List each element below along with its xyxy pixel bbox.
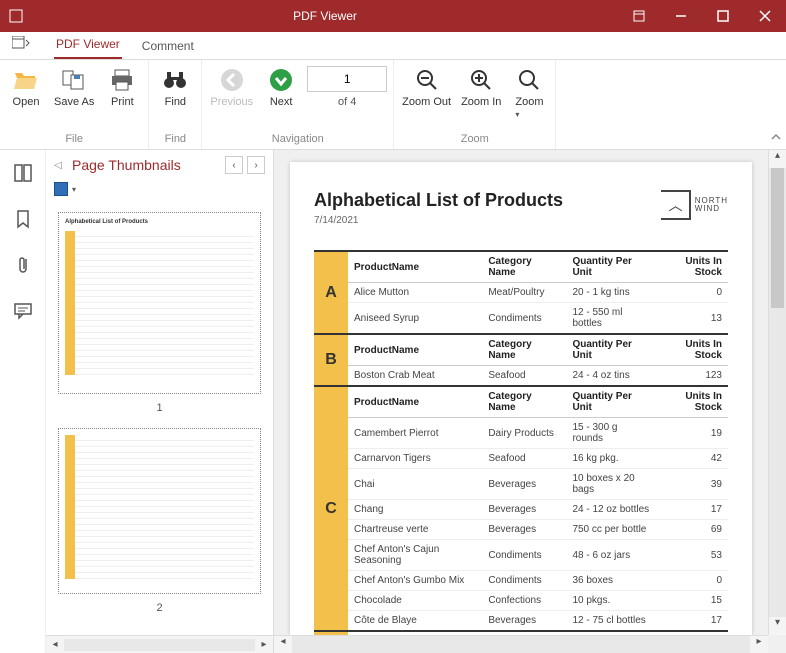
column-header: Quantity Per Unit [566,386,656,418]
column-header: Quantity Per Unit [566,334,656,366]
open-button[interactable]: Open [6,64,46,110]
thumbnail-page-1[interactable]: Alphabetical List of Products [58,212,261,394]
document-viewer: Alphabetical List of Products 7/14/2021 … [274,150,786,653]
page-count-label: of 4 [338,92,356,108]
next-page-button[interactable]: Next [261,64,301,110]
document-date: 7/14/2021 [314,215,563,226]
thumbnail-panel-title: Page Thumbnails [68,157,225,173]
viewer-hscrollbar[interactable]: ◂▸ [274,635,768,653]
table-row: Chef Anton's Cajun SeasoningCondiments48… [314,540,728,571]
close-button[interactable] [744,0,786,32]
group-letter: A [314,251,348,334]
main-area: ◁ Page Thumbnails ‹ › ▾ Alphabetical Lis… [0,150,786,653]
thumbnail-label-2: 2 [58,600,261,622]
document-page: Alphabetical List of Products 7/14/2021 … [290,162,752,635]
table-row: ChaiBeverages10 boxes x 20 bags39 [314,469,728,500]
tab-pdf-viewer[interactable]: PDF Viewer [54,33,122,59]
column-header: Units In Stock [657,251,728,283]
arrow-down-circle-icon [267,66,295,94]
group-letter: B [314,334,348,386]
column-header: Units In Stock [657,334,728,366]
folder-open-icon [12,66,40,94]
app-menu-button[interactable] [6,36,36,59]
ribbon-toolbar: Open Save As Print File Find Find [0,60,786,150]
comments-tab-button[interactable] [8,296,38,326]
thumbnail-page-2[interactable] [58,428,261,594]
table-row: ChangBeverages24 - 12 oz bottles17 [314,500,728,520]
document-title: Alphabetical List of Products [314,190,563,211]
group-letter: C [314,386,348,631]
bookmarks-tab-button[interactable] [8,204,38,234]
print-button[interactable]: Print [102,64,142,110]
zoom-icon [515,66,543,94]
thumbnails-tab-button[interactable] [8,158,38,188]
column-header: Category Name [482,386,566,418]
group-label-find: Find [155,131,195,149]
print-icon [108,66,136,94]
ribbon-display-options-button[interactable] [618,0,660,32]
thumb-next-button[interactable]: › [247,156,265,174]
northwind-logo: 〈 NORTHWIND [661,190,728,220]
page-number-input[interactable] [307,66,387,92]
binoculars-icon [161,66,189,94]
find-button[interactable]: Find [155,64,195,110]
collapse-ribbon-button[interactable] [766,60,786,149]
save-as-button[interactable]: Save As [52,64,96,110]
app-icon [0,9,32,23]
minimize-button[interactable] [660,0,702,32]
chevron-up-icon: 〈 [665,198,685,212]
table-row: Chartreuse verteBeverages750 cc per bott… [314,520,728,540]
table-row: ChocoladeConfections10 pkgs.15 [314,591,728,611]
table-row: Côte de BlayeBeverages12 - 75 cl bottles… [314,611,728,632]
zoom-out-button[interactable]: Zoom Out [400,64,453,110]
viewer-vscrollbar[interactable]: ▴ ▾ [768,150,786,635]
thumbnail-panel: ◁ Page Thumbnails ‹ › ▾ Alphabetical Lis… [46,150,274,653]
thumbnail-hscrollbar[interactable]: ◂▸ [46,635,273,653]
table-row: Aniseed SyrupCondiments12 - 550 ml bottl… [314,303,728,335]
previous-page-button[interactable]: Previous [208,64,255,110]
column-header: ProductName [348,251,482,283]
zoom-in-button[interactable]: Zoom In [459,64,503,110]
products-table: AProductNameCategory NameQuantity Per Un… [314,250,728,635]
tab-comment[interactable]: Comment [140,35,196,59]
column-header: ProductName [348,334,482,366]
side-icon-strip [0,150,46,653]
column-header: ProductName [348,386,482,418]
table-row: Alice MuttonMeat/Poultry20 - 1 kg tins0 [314,283,728,303]
table-row: Camembert PierrotDairy Products15 - 300 … [314,418,728,449]
maximize-button[interactable] [702,0,744,32]
save-as-icon [60,66,88,94]
collapse-panel-button[interactable]: ◁ [54,160,68,171]
list-icon [54,182,68,196]
table-row: Boston Crab MeatSeafood24 - 4 oz tins123 [314,366,728,387]
table-row: Carnarvon TigersSeafood16 kg pkg.42 [314,449,728,469]
window-title: PDF Viewer [32,9,618,23]
column-header: Category Name [482,334,566,366]
table-row: Chef Anton's Gumbo MixCondiments36 boxes… [314,571,728,591]
arrow-left-circle-icon [218,66,246,94]
scroll-thumb[interactable] [771,168,784,308]
chevron-down-icon: ▾ [515,110,519,119]
column-header: Units In Stock [657,386,728,418]
thumb-prev-button[interactable]: ‹ [225,156,243,174]
group-label-zoom: Zoom [400,131,549,149]
title-bar: PDF Viewer [0,0,786,32]
group-label-navigation: Navigation [208,131,387,149]
attachments-tab-button[interactable] [8,250,38,280]
zoom-out-icon [413,66,441,94]
thumbnail-options-button[interactable]: ▾ [46,180,273,202]
zoom-in-icon [467,66,495,94]
zoom-dropdown-button[interactable]: Zoom▾ [509,64,549,122]
column-header: Quantity Per Unit [566,251,656,283]
group-label-file: File [6,131,142,149]
ribbon-tab-strip: PDF Viewer Comment [0,32,786,60]
thumbnail-list: Alphabetical List of Products [46,202,273,635]
column-header: Category Name [482,251,566,283]
thumbnail-label-1: 1 [58,400,261,422]
